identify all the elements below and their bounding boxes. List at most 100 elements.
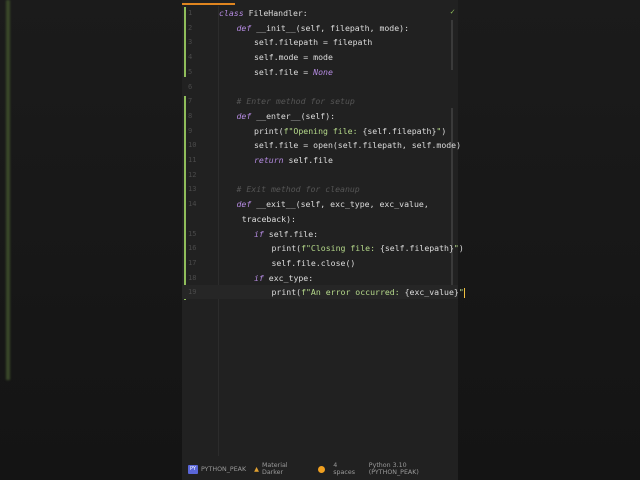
code-line[interactable]: 9 print(f"Opening file: {self.filepath}") [182, 124, 458, 138]
line-number: 3 [188, 38, 193, 47]
line-number: 19 [188, 288, 197, 297]
project-icon: PY [188, 464, 198, 474]
code-line[interactable]: 8 def __enter__(self): [182, 109, 458, 123]
line-number: 16 [188, 244, 197, 253]
interpreter-setting[interactable]: Python 3.10 (PYTHON_PEAK) [369, 462, 458, 476]
code-token: # Enter method for setup [236, 96, 355, 107]
line-code: def __init__(self, filepath, mode): [237, 21, 410, 35]
line-code: return self.file [254, 153, 333, 167]
blurred-background-left [0, 0, 182, 480]
code-token: {self.filepath} [379, 243, 454, 254]
line-number: 5 [188, 67, 193, 76]
code-token: f"Closing file: [301, 243, 380, 254]
line-number: 11 [188, 156, 197, 164]
code-line[interactable]: 19 print(f"An error occurred: {exc_value}… [182, 285, 466, 300]
code-token: if [254, 228, 269, 239]
code-token: self.file: [268, 228, 319, 239]
code-line[interactable]: 1 class FileHandler: [182, 6, 458, 20]
theme-widget[interactable]: ▲ Material Darker [254, 462, 310, 476]
line-code: class FileHandler: [219, 6, 308, 20]
code-token: f"Opening file: [283, 125, 363, 136]
line-number: 6 [188, 82, 193, 91]
theme-icon: ▲ [254, 465, 259, 473]
line-code: self.file = open(self.filepath, self.mod… [254, 138, 461, 152]
blurred-change-bar [6, 0, 10, 380]
blurred-background-right [458, 0, 640, 480]
line-code: self.mode = mode [254, 50, 333, 64]
code-line[interactable]: 12 [182, 168, 458, 182]
indent-setting[interactable]: 4 spaces [333, 462, 361, 476]
line-code: self.file = None [254, 65, 333, 79]
code-line[interactable]: traceback): [182, 212, 458, 226]
code-token: self.file [288, 155, 333, 165]
code-token: __enter__(self): [256, 110, 336, 121]
line-code: print(f"Closing file: {self.filepath}") [272, 241, 464, 255]
code-token: self.filepath = filepath [254, 37, 373, 48]
line-number: 1 [188, 9, 193, 17]
code-token: {self.filepath} [362, 125, 437, 136]
line-number: 8 [188, 111, 193, 120]
line-code: def __exit__(self, exc_type, exc_value, [237, 197, 429, 211]
code-line[interactable]: 2 def __init__(self, filepath, mode): [182, 21, 458, 35]
code-token: return [254, 155, 289, 165]
line-number: 9 [188, 126, 193, 135]
notification-dot-icon[interactable] [318, 465, 326, 473]
code-token: f"An error occurred: [301, 287, 405, 298]
active-tab-indicator [182, 3, 235, 5]
code-token: if [254, 272, 269, 283]
code-line[interactable]: 18 if exc_type: [182, 271, 458, 285]
code-token: # Exit method for cleanup [236, 184, 360, 195]
code-line[interactable]: 13 # Exit method for cleanup [182, 182, 458, 196]
code-editor[interactable]: ✓ 1 class FileHandler: 2 def __init__(self,… [182, 0, 466, 480]
code-line[interactable]: 4 self.mode = mode [182, 50, 458, 64]
code-line[interactable]: 10 self.file = open(self.filepath, self.m… [182, 138, 461, 152]
code-line[interactable]: 3 self.filepath = filepath [182, 35, 458, 49]
line-code: self.filepath = filepath [254, 35, 372, 49]
line-number: 12 [188, 170, 197, 179]
line-number: 18 [188, 273, 197, 282]
code-token: print( [271, 243, 302, 254]
line-number: 17 [188, 258, 197, 267]
line-code: # Exit method for cleanup [237, 182, 360, 196]
code-token: {exc_value} [404, 287, 459, 298]
code-token: self.file.close() [271, 257, 356, 268]
line-number: 15 [188, 229, 197, 238]
theme-name: Material Darker [261, 462, 288, 476]
line-number: 14 [188, 200, 197, 209]
line-code: # Enter method for setup [237, 94, 355, 108]
line-code: print(f"Opening file: {self.filepath}") [254, 124, 446, 138]
code-token: traceback): [241, 213, 296, 224]
code-line[interactable]: 17 self.file.close() [182, 256, 458, 270]
line-number: 4 [188, 53, 193, 62]
line-code: if exc_type: [254, 271, 313, 285]
code-token: def [236, 22, 257, 33]
status-bar: PY PYTHON_PEAK ▲ Material Darker 4 space… [182, 458, 458, 480]
line-number: 2 [188, 23, 193, 32]
code-token: self.file = open(self.filepath, self.mod… [254, 140, 462, 151]
code-token: ) [441, 125, 447, 136]
line-number: 13 [188, 185, 197, 194]
project-name: PYTHON_PEAK [201, 465, 247, 473]
code-line[interactable]: 6 [182, 80, 458, 94]
line-code: print(f"An error occurred: {exc_value}" [272, 285, 466, 299]
code-line[interactable]: 16 print(f"Closing file: {self.filepath}"… [182, 241, 464, 255]
code-token: exc_type: [268, 272, 314, 283]
code-token: __exit__(self, exc_type, exc_value, [256, 199, 429, 210]
code-token: def [236, 199, 257, 210]
code-token: None [313, 66, 333, 77]
code-line[interactable]: 7 # Enter method for setup [182, 94, 458, 108]
code-line[interactable]: 15 if self.file: [182, 227, 458, 241]
project-widget[interactable]: PY PYTHON_PEAK [188, 464, 247, 474]
line-number: 7 [188, 97, 193, 106]
code-line[interactable]: 5 self.file = None [182, 65, 458, 79]
code-token: self.file = [254, 66, 314, 77]
code-token: ) [458, 243, 464, 254]
text-cursor [463, 287, 466, 298]
code-line[interactable]: 11 return self.file [182, 153, 458, 167]
code-token: print( [254, 125, 284, 136]
line-code: if self.file: [254, 227, 318, 241]
code-token: __init__(self, filepath, mode): [256, 22, 410, 33]
code-token: def [236, 110, 257, 121]
code-line[interactable]: 14 def __exit__(self, exc_type, exc_value… [182, 197, 458, 211]
line-code: self.file.close() [272, 256, 356, 270]
